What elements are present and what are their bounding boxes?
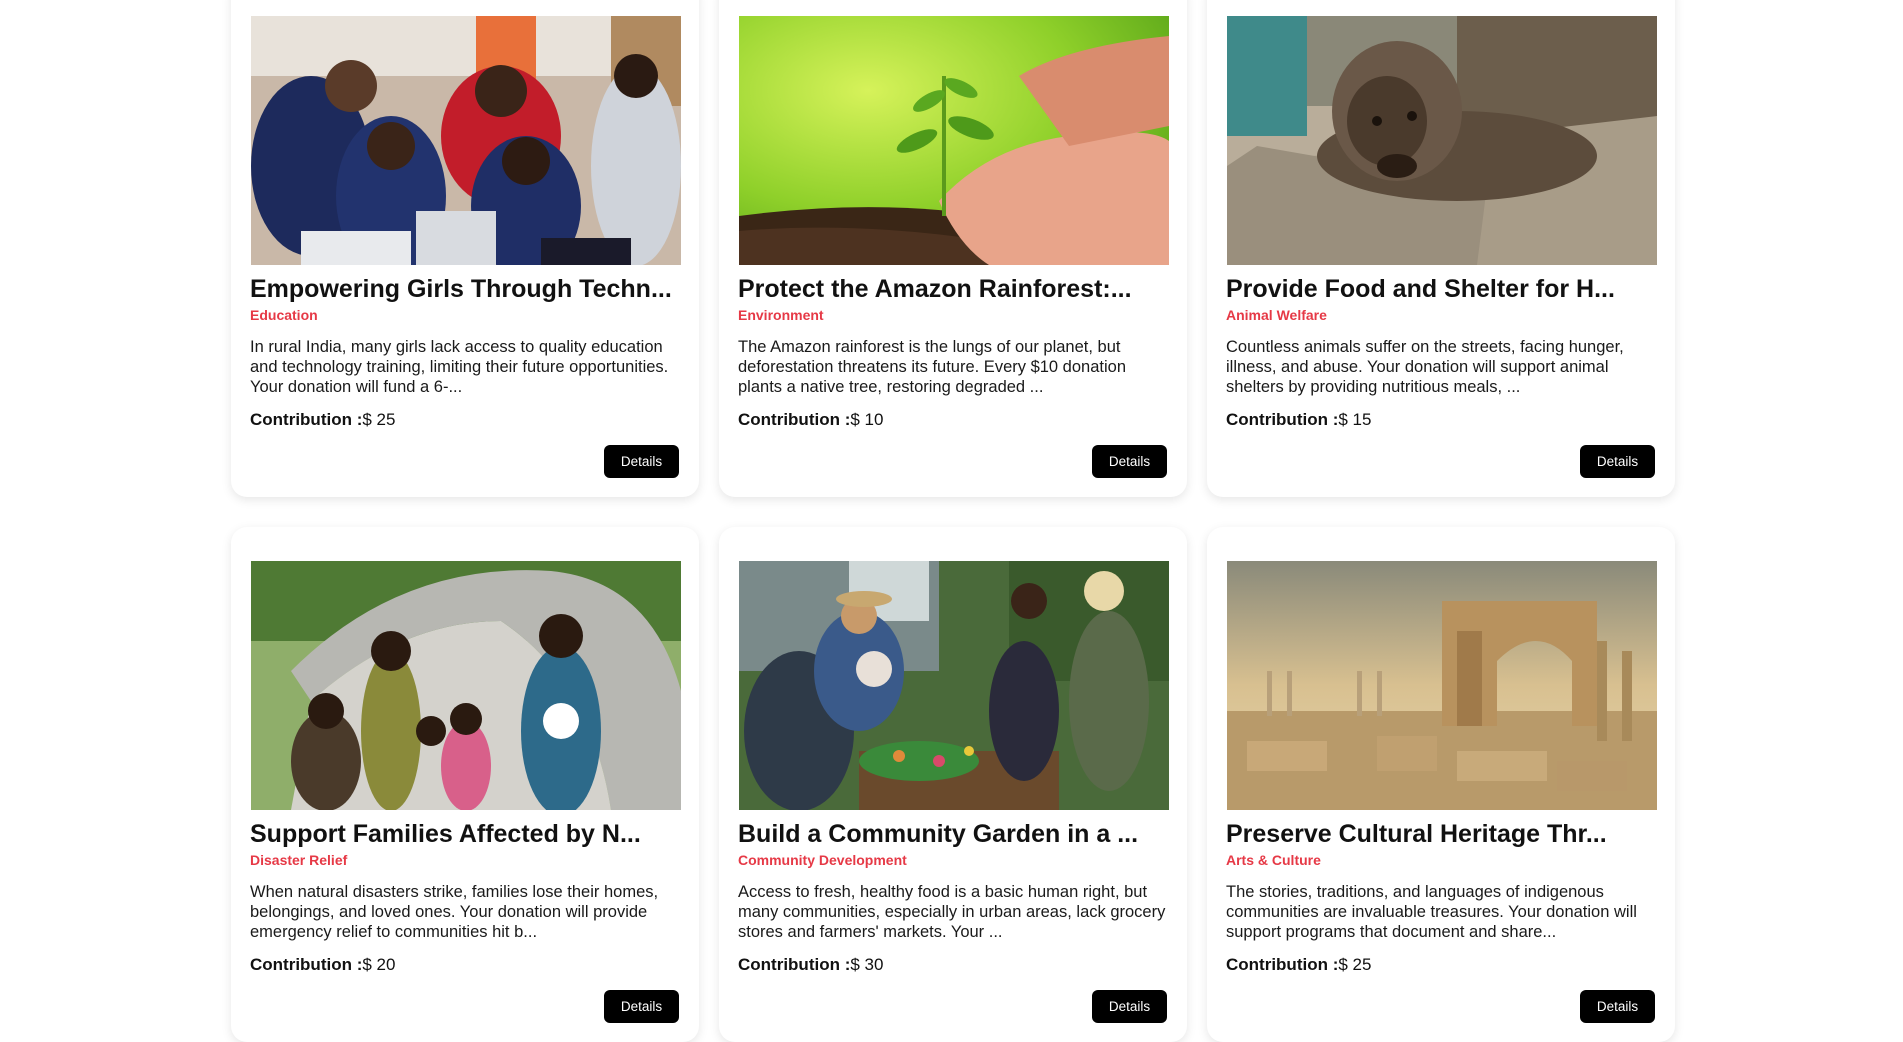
campaign-title: Preserve Cultural Heritage Thr... [1226,820,1607,848]
campaign-contribution: Contribution :$ 25 [250,409,395,431]
contribution-value: $ 15 [1338,410,1372,429]
details-button[interactable]: Details [604,990,679,1023]
contribution-value: $ 20 [362,955,396,974]
campaign-title: Build a Community Garden in a ... [738,820,1139,848]
campaign-contribution: Contribution :$ 15 [1226,409,1371,431]
contribution-label: Contribution : [250,410,363,429]
details-button[interactable]: Details [1092,445,1167,478]
campaign-title: Protect the Amazon Rainforest:... [738,275,1132,303]
campaign-description: The stories, traditions, and languages o… [1226,883,1637,941]
campaign-title: Support Families Affected by N... [250,820,641,848]
campaign-description: When natural disasters strike, families … [250,883,659,941]
campaign-description: In rural India, many girls lack access t… [250,338,669,396]
campaign-image [1227,561,1657,810]
campaign-card: Provide Food and Shelter for H... Animal… [1207,0,1675,497]
campaign-image [739,561,1169,810]
campaign-contribution: Contribution :$ 30 [738,954,883,976]
details-button[interactable]: Details [1580,990,1655,1023]
campaign-contribution: Contribution :$ 20 [250,954,395,976]
campaign-title: Provide Food and Shelter for H... [1226,275,1615,303]
contribution-value: $ 25 [362,410,396,429]
campaign-card: Protect the Amazon Rainforest:... Enviro… [719,0,1187,497]
campaign-title: Empowering Girls Through Techn... [250,275,672,303]
campaign-image [251,561,681,810]
campaign-image [251,16,681,265]
campaign-grid: Empowering Girls Through Techn... Educat… [231,0,1675,1042]
campaign-category: Animal Welfare [1226,307,1327,323]
campaign-description: Countless animals suffer on the streets,… [1226,338,1624,396]
contribution-label: Contribution : [738,955,851,974]
campaign-description: Access to fresh, healthy food is a basic… [738,883,1166,941]
contribution-value: $ 30 [850,955,884,974]
campaign-contribution: Contribution :$ 25 [1226,954,1371,976]
details-button[interactable]: Details [604,445,679,478]
campaign-description: The Amazon rainforest is the lungs of ou… [738,338,1126,396]
campaign-image [1227,16,1657,265]
campaign-card: Empowering Girls Through Techn... Educat… [231,0,699,497]
campaign-category: Environment [738,307,824,323]
contribution-label: Contribution : [1226,955,1339,974]
campaign-image [739,16,1169,265]
campaign-category: Disaster Relief [250,852,348,868]
details-button[interactable]: Details [1580,445,1655,478]
contribution-label: Contribution : [738,410,851,429]
campaign-category: Community Development [738,852,907,868]
campaign-contribution: Contribution :$ 10 [738,409,883,431]
contribution-value: $ 25 [1338,955,1372,974]
contribution-label: Contribution : [1226,410,1339,429]
contribution-value: $ 10 [850,410,884,429]
campaign-card: Support Families Affected by N... Disast… [231,527,699,1042]
contribution-label: Contribution : [250,955,363,974]
campaign-card: Preserve Cultural Heritage Thr... Arts &… [1207,527,1675,1042]
campaign-card: Build a Community Garden in a ... Commun… [719,527,1187,1042]
details-button[interactable]: Details [1092,990,1167,1023]
campaign-category: Arts & Culture [1226,852,1321,868]
campaign-category: Education [250,307,318,323]
